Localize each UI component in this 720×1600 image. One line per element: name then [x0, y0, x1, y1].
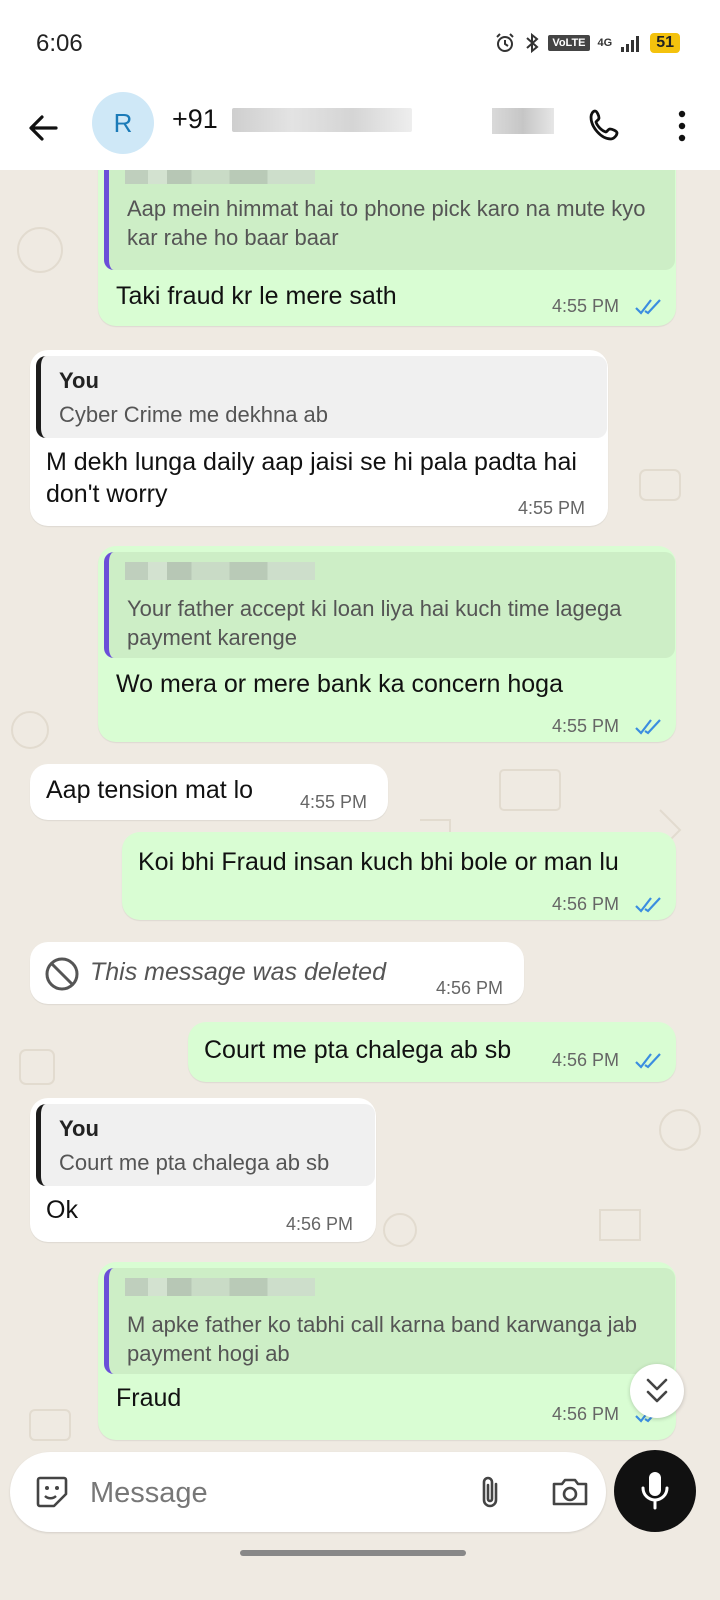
- voice-message-button[interactable]: [614, 1450, 696, 1532]
- network-label: 4G: [597, 37, 613, 49]
- message-text: Ok: [46, 1196, 78, 1224]
- chat-header: R +91: [0, 90, 720, 171]
- camera-icon[interactable]: [548, 1472, 592, 1512]
- redacted-quote-author: [125, 170, 315, 184]
- battery-indicator: 51: [650, 33, 680, 53]
- message-time: 4:55 PM: [552, 716, 620, 736]
- quoted-message[interactable]: Your father accept ki loan liya hai kuch…: [104, 552, 675, 658]
- double-chevron-down-icon: [646, 1378, 668, 1403]
- alarm-icon: [496, 33, 515, 52]
- quoted-message[interactable]: You Cyber Crime me dekhna ab: [36, 356, 607, 438]
- quoted-text: Your father accept ki loan liya hai kuch…: [127, 596, 622, 650]
- message-bubble-outgoing[interactable]: Aap mein himmat hai to phone pick karo n…: [98, 170, 676, 326]
- message-text: Aap tension mat lo: [46, 776, 254, 804]
- message-text: M dekh lunga daily aap jaisi se hi pala …: [46, 448, 577, 508]
- quoted-message[interactable]: You Court me pta chalega ab sb: [36, 1104, 375, 1186]
- quoted-text: Cyber Crime me dekhna ab: [59, 402, 329, 427]
- message-bubble-outgoing[interactable]: Koi bhi Fraud insan kuch bhi bole or man…: [122, 832, 676, 920]
- message-bubble-outgoing[interactable]: Court me pta chalega ab sb 4:56 PM: [188, 1022, 676, 1082]
- message-bubble-outgoing[interactable]: M apke father ko tabhi call karna band k…: [98, 1262, 676, 1440]
- quoted-message[interactable]: Aap mein himmat hai to phone pick karo n…: [104, 170, 675, 270]
- message-time: 4:56 PM: [552, 1050, 620, 1070]
- read-ticks-icon: [635, 897, 661, 913]
- read-ticks-icon: [635, 299, 661, 315]
- status-bar: 6:06 VoLTE 4G 51: [0, 0, 720, 90]
- message-input[interactable]: [88, 1470, 442, 1516]
- message-text: Wo mera or mere bank ka concern hoga: [116, 670, 563, 698]
- phone-icon[interactable]: [586, 106, 626, 146]
- microphone-icon: [641, 1472, 669, 1510]
- contact-avatar[interactable]: R: [92, 92, 154, 154]
- quoted-message[interactable]: M apke father ko tabhi call karna band k…: [104, 1268, 675, 1374]
- quoted-text: Court me pta chalega ab sb: [59, 1150, 330, 1175]
- contact-name[interactable]: +91: [172, 104, 218, 135]
- signal-icon: [621, 36, 640, 52]
- redacted-quote-author: [125, 1278, 315, 1296]
- quoted-text: Aap mein himmat hai to phone pick karo n…: [127, 196, 646, 250]
- message-text: Taki fraud kr le mere sath: [116, 282, 397, 310]
- message-time: 4:55 PM: [518, 498, 586, 518]
- message-composer: [10, 1452, 606, 1532]
- back-arrow-icon[interactable]: [22, 106, 66, 150]
- blocked-icon: [45, 957, 79, 991]
- quote-author: You: [59, 1116, 99, 1141]
- message-time: 4:56 PM: [552, 894, 620, 914]
- status-time: 6:06: [36, 30, 83, 57]
- message-time: 4:56 PM: [552, 1404, 620, 1424]
- deleted-message-text: This message was deleted: [90, 958, 386, 986]
- read-ticks-icon: [635, 719, 661, 735]
- message-bubble-outgoing[interactable]: Your father accept ki loan liya hai kuch…: [98, 546, 676, 742]
- more-options-icon[interactable]: [664, 104, 700, 148]
- message-time: 4:55 PM: [300, 792, 368, 812]
- sticker-emoji-icon[interactable]: [32, 1472, 72, 1512]
- message-time: 4:56 PM: [286, 1214, 354, 1234]
- message-bubble-incoming[interactable]: Aap tension mat lo 4:55 PM: [30, 764, 388, 820]
- quote-author: You: [59, 368, 99, 393]
- scroll-to-bottom-button[interactable]: [630, 1364, 684, 1418]
- message-bubble-deleted[interactable]: This message was deleted 4:56 PM: [30, 942, 524, 1004]
- attachment-icon[interactable]: [470, 1472, 510, 1512]
- message-time: 4:56 PM: [436, 978, 504, 998]
- message-text: Koi bhi Fraud insan kuch bhi bole or man…: [138, 848, 619, 876]
- status-icons: VoLTE 4G 51: [494, 32, 680, 54]
- quoted-text: M apke father ko tabhi call karna band k…: [127, 1312, 637, 1366]
- message-bubble-incoming[interactable]: You Cyber Crime me dekhna ab M dekh lung…: [30, 350, 608, 526]
- message-text: Court me pta chalega ab sb: [204, 1036, 512, 1064]
- volte-badge: VoLTE: [548, 35, 590, 51]
- redacted-number: [232, 108, 412, 132]
- read-ticks-icon: [635, 1053, 661, 1069]
- message-bubble-incoming[interactable]: You Court me pta chalega ab sb Ok 4:56 P…: [30, 1098, 376, 1242]
- gesture-nav-bar[interactable]: [240, 1550, 466, 1556]
- redacted-video-icon[interactable]: [492, 108, 554, 134]
- redacted-quote-author: [125, 562, 315, 580]
- bluetooth-icon: [526, 32, 539, 54]
- message-text: Fraud: [116, 1384, 182, 1412]
- chat-area[interactable]: Aap mein himmat hai to phone pick karo n…: [0, 170, 720, 1460]
- message-time: 4:55 PM: [552, 296, 620, 316]
